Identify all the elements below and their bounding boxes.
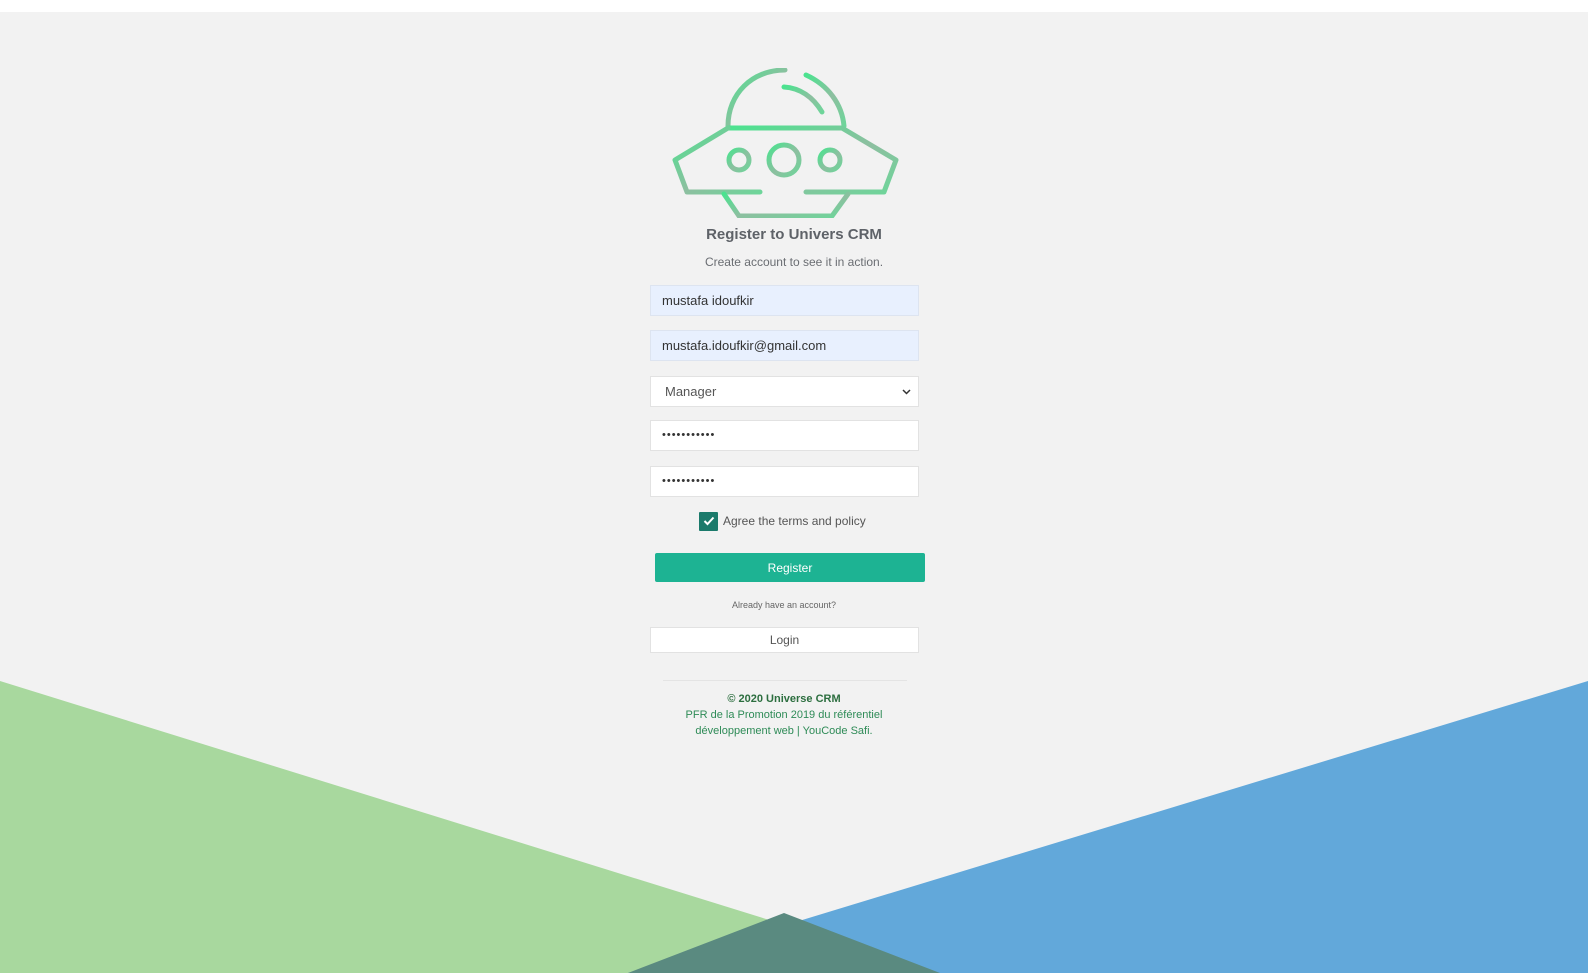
footer: © 2020 Universe CRM PFR de la Promotion …	[634, 691, 934, 739]
password-mask: •••••••••••	[662, 429, 716, 441]
register-button[interactable]: Register	[655, 553, 925, 582]
terms-checkbox-row[interactable]: Agree the terms and policy	[699, 511, 866, 531]
terms-checkbox[interactable]	[699, 511, 718, 531]
register-page: Register to Univers CRM Create account t…	[0, 12, 1588, 973]
footer-line-2: développement web | YouCode Safi.	[695, 725, 873, 737]
footer-divider	[663, 680, 907, 681]
password-input[interactable]: •••••••••••	[650, 420, 919, 451]
chevron-down-icon	[902, 388, 911, 395]
page-subtitle: Create account to see it in action.	[704, 255, 884, 269]
email-input[interactable]	[650, 330, 919, 361]
confirm-password-mask: •••••••••••	[662, 475, 716, 487]
login-button[interactable]: Login	[650, 627, 919, 653]
ufo-spaceship-icon	[672, 68, 899, 218]
role-select[interactable]: Manager	[650, 376, 919, 407]
checkmark-icon	[703, 516, 714, 526]
already-have-account-text: Already have an account?	[731, 600, 837, 610]
footer-line-1: PFR de la Promotion 2019 du référentiel	[685, 709, 883, 721]
role-select-value: Manager	[665, 384, 717, 399]
full-name-input[interactable]	[650, 285, 919, 316]
footer-copyright: © 2020 Universe CRM	[727, 693, 841, 705]
terms-label: Agree the terms and policy	[723, 514, 866, 528]
confirm-password-input[interactable]: •••••••••••	[650, 466, 919, 497]
page-title: Register to Univers CRM	[706, 226, 882, 243]
